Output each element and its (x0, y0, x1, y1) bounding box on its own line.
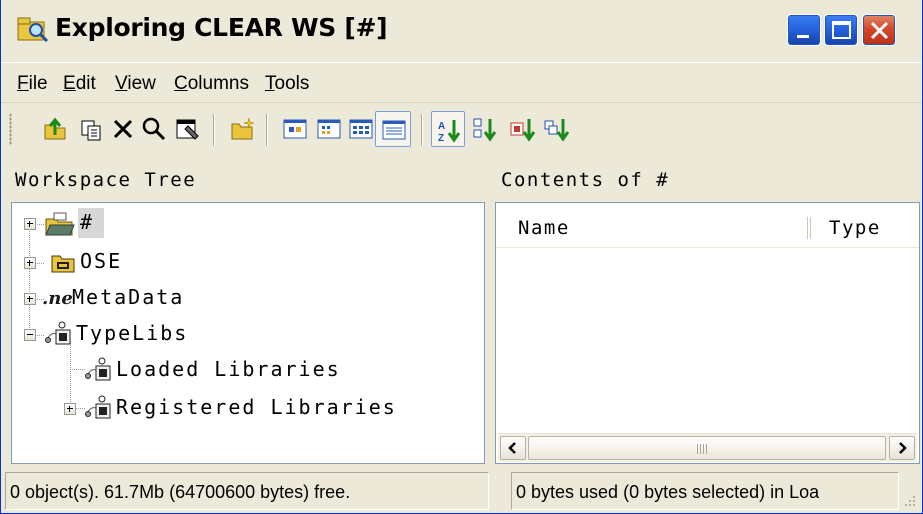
collapse-icon[interactable] (24, 329, 36, 341)
net-icon: .net (42, 288, 74, 309)
status-free-space: 0 object(s). 61.7Mb (64700600 bytes) fre… (5, 472, 489, 510)
workspace-tree[interactable]: # OSE .net MetaData (11, 202, 485, 464)
column-header-type[interactable]: Type (829, 217, 881, 239)
maximize-button[interactable] (824, 14, 858, 46)
large-icons-view-icon[interactable] (281, 115, 309, 143)
toolbar-separator (421, 114, 423, 146)
sort-by-name-button[interactable]: A Z (431, 111, 465, 147)
status-bar: 0 object(s). 61.7Mb (64700600 bytes) fre… (1, 468, 922, 512)
menu-columns-label: olumns (187, 73, 249, 94)
small-icons-view-icon[interactable] (315, 115, 343, 143)
horizontal-scrollbar[interactable] (498, 433, 917, 462)
column-header-name[interactable]: Name (518, 217, 570, 239)
ose-folder-icon (51, 255, 75, 273)
tree-item-loaded-libraries[interactable]: Loaded Libraries (12, 353, 482, 385)
sort-by-name-icon: A Z (438, 120, 461, 144)
tree-item-ose[interactable]: OSE (12, 245, 482, 277)
contents-list[interactable]: Name Type (495, 202, 920, 464)
tree-item-label: MetaData (72, 285, 185, 309)
tree-item-root[interactable]: # (12, 208, 482, 240)
status-free-space-text: 0 object(s). 61.7Mb (64700600 bytes) fre… (10, 482, 351, 502)
toolbar-grip[interactable] (9, 113, 12, 145)
menu-edit[interactable]: Edit (63, 73, 96, 95)
tree-item-label: OSE (80, 249, 123, 273)
expand-icon[interactable] (24, 218, 36, 230)
workspace-folder-icon (45, 212, 75, 236)
menu-file-label: ile (28, 73, 48, 94)
contents-header-label: Contents of # (501, 169, 670, 191)
tree-item-label: TypeLibs (76, 321, 189, 345)
scroll-left-button[interactable] (500, 436, 526, 460)
tree-connector (29, 229, 30, 329)
sort-by-date-icon[interactable] (543, 115, 571, 143)
menu-file[interactable]: File (17, 73, 48, 95)
expand-icon[interactable] (64, 403, 76, 415)
details-view-button[interactable] (375, 111, 411, 147)
delete-icon[interactable] (109, 115, 137, 143)
details-view-icon (382, 120, 406, 140)
typelib-icon (45, 321, 71, 345)
close-button[interactable] (862, 14, 896, 46)
menu-view[interactable]: View (115, 73, 156, 95)
scroll-right-button[interactable] (889, 436, 915, 460)
title-bar[interactable]: Exploring CLEAR WS [#] (1, 0, 922, 60)
contents-header: Contents of # (493, 160, 918, 200)
list-view-icon[interactable] (347, 115, 375, 143)
status-bytes-used-text: 0 bytes used (0 bytes selected) in Loa (516, 482, 820, 502)
chevron-right-icon (899, 442, 907, 454)
tree-item-label: Loaded Libraries (116, 357, 341, 381)
svg-text:A: A (438, 121, 445, 132)
up-folder-icon[interactable] (41, 115, 69, 143)
minimize-button[interactable] (787, 14, 821, 46)
menu-bar: File Edit View Columns Tools (1, 62, 922, 101)
close-icon (870, 21, 889, 40)
status-bytes-used: 0 bytes used (0 bytes selected) in Loa (511, 472, 899, 510)
explorer-app-icon (17, 17, 49, 43)
expand-icon[interactable] (24, 293, 36, 305)
copy-icon[interactable] (77, 115, 105, 143)
new-folder-icon[interactable] (229, 115, 257, 143)
typelib-icon (85, 357, 111, 381)
menu-tools[interactable]: Tools (265, 73, 309, 95)
workspace-tree-header: Workspace Tree (7, 160, 485, 200)
sort-by-size-icon[interactable] (509, 115, 537, 143)
column-resize-handle[interactable] (807, 217, 811, 239)
tree-item-registered-libraries[interactable]: Registered Libraries (12, 391, 482, 423)
resize-grip-icon[interactable] (901, 492, 917, 508)
properties-icon[interactable] (173, 115, 201, 143)
scroll-thumb-grip (697, 444, 707, 454)
maximize-icon (832, 21, 851, 39)
svg-text:.net: .net (42, 288, 74, 309)
tree-item-label: # (80, 210, 95, 234)
menu-tools-label: ools (274, 73, 310, 94)
scroll-thumb[interactable] (528, 436, 886, 460)
menu-columns-mnemonic: C (174, 73, 188, 94)
menu-tools-mnemonic: T (265, 73, 275, 94)
sort-by-type-icon[interactable] (471, 115, 499, 143)
toolbar: A Z (1, 102, 922, 155)
svg-text:Z: Z (438, 133, 444, 144)
menu-edit-label: dit (75, 73, 96, 94)
column-header-row: Name Type (496, 203, 919, 248)
chevron-left-icon (508, 442, 516, 454)
toolbar-separator (266, 114, 268, 146)
menu-edit-mnemonic: E (63, 73, 76, 94)
workspace-tree-header-label: Workspace Tree (15, 169, 197, 191)
window-title: Exploring CLEAR WS [#] (55, 13, 388, 42)
tree-item-label: Registered Libraries (116, 395, 397, 419)
find-icon[interactable] (140, 115, 168, 143)
menu-view-mnemonic: V (115, 73, 128, 94)
toolbar-separator (213, 114, 215, 146)
menu-file-mnemonic: F (17, 73, 29, 94)
minimize-icon (797, 35, 809, 38)
menu-columns[interactable]: Columns (174, 73, 249, 95)
tree-item-typelibs[interactable]: TypeLibs (12, 317, 482, 349)
expand-icon[interactable] (24, 257, 36, 269)
typelib-icon (85, 395, 111, 419)
explorer-window: Exploring CLEAR WS [#] File Edit View Co… (0, 0, 923, 514)
tree-item-metadata[interactable]: .net MetaData (12, 281, 482, 313)
menu-view-label: iew (127, 73, 156, 94)
